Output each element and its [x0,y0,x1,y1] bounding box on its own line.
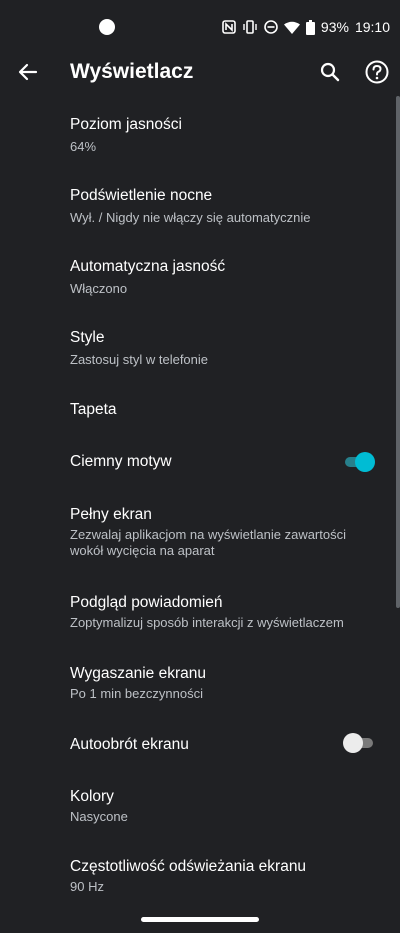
setting-screen-timeout[interactable]: Wygaszanie ekranu Po 1 min bezczynności [0,651,400,715]
battery-icon [305,19,315,35]
setting-label: Poziom jasności [70,116,182,133]
app-bar: Wyświetlacz [0,52,400,92]
page-title: Wyświetlacz [70,60,194,83]
setting-label: Podświetlenie nocne [70,187,213,204]
setting-summary: 90 Hz [70,879,104,894]
setting-label: Ciemny motyw [70,453,172,470]
setting-refresh-rate[interactable]: Częstotliwość odświeżania ekranu 90 Hz [0,845,400,909]
search-icon [318,62,342,88]
setting-label: Tapeta [70,401,117,418]
battery-percent: 93% [320,19,349,35]
setting-style[interactable]: Style Zastosuj styl w telefonie [0,313,400,377]
setting-brightness-level[interactable]: Poziom jasności 64% [0,100,400,164]
setting-label: Podgląd powiadomień [70,594,223,611]
setting-summary: Zezwalaj aplikacjom na wyświetlanie zawa… [70,527,346,558]
setting-summary: Włączono [70,281,128,296]
help-button[interactable] [364,59,390,85]
setting-label: Wygaszanie ekranu [70,665,206,682]
camera-cutout [99,19,115,35]
setting-notification-preview[interactable]: Podgląd powiadomień Zoptymalizuj sposób … [0,580,400,644]
setting-auto-rotate[interactable]: Autoobrót ekranu [0,722,400,770]
status-icons: 93% 19:10 [222,17,390,37]
wifi-icon [283,21,300,34]
setting-label: Automatyczna jasność [70,258,226,275]
arrow-back-icon [16,63,40,88]
setting-summary: Zastosuj styl w telefonie [70,352,209,367]
setting-summary: Zoptymalizuj sposób interakcji z wyświet… [70,615,344,630]
search-button[interactable] [318,60,342,84]
setting-full-screen[interactable]: Pełny ekran Zezwalaj aplikacjom na wyświ… [0,492,400,572]
setting-label: Kolory [70,788,114,805]
vibrate-icon [242,20,258,34]
auto-rotate-toggle[interactable] [343,733,375,753]
setting-summary: Wył. / Nigdy nie włączy się automatyczni… [70,210,311,225]
setting-summary: Po 1 min bezczynności [70,686,203,701]
setting-adaptive-brightness[interactable]: Automatyczna jasność Włączono [0,242,400,306]
scrollbar[interactable] [396,96,400,608]
setting-label: Style [70,329,105,346]
setting-summary: 64% [70,139,97,154]
back-button[interactable] [16,60,40,84]
toggle-thumb [343,733,363,753]
setting-dark-theme[interactable]: Ciemny motyw [0,438,400,486]
setting-night-light[interactable]: Podświetlenie nocne Wył. / Nigdy nie włą… [0,171,400,235]
home-indicator[interactable] [141,917,259,922]
setting-label: Częstotliwość odświeżania ekranu [70,858,307,875]
setting-label: Pełny ekran [70,506,152,523]
setting-label: Autoobrót ekranu [70,736,189,753]
setting-wallpaper[interactable]: Tapeta [0,386,400,432]
setting-summary: Nasycone [70,809,128,824]
help-icon [364,60,390,89]
status-bar: 93% 19:10 [0,0,400,52]
dark-theme-toggle[interactable] [343,452,375,472]
clock: 19:10 [354,19,390,35]
do-not-disturb-icon [264,20,278,34]
setting-colors[interactable]: Kolory Nasycone [0,774,400,838]
toggle-thumb [355,452,375,472]
nfc-icon [222,20,236,34]
